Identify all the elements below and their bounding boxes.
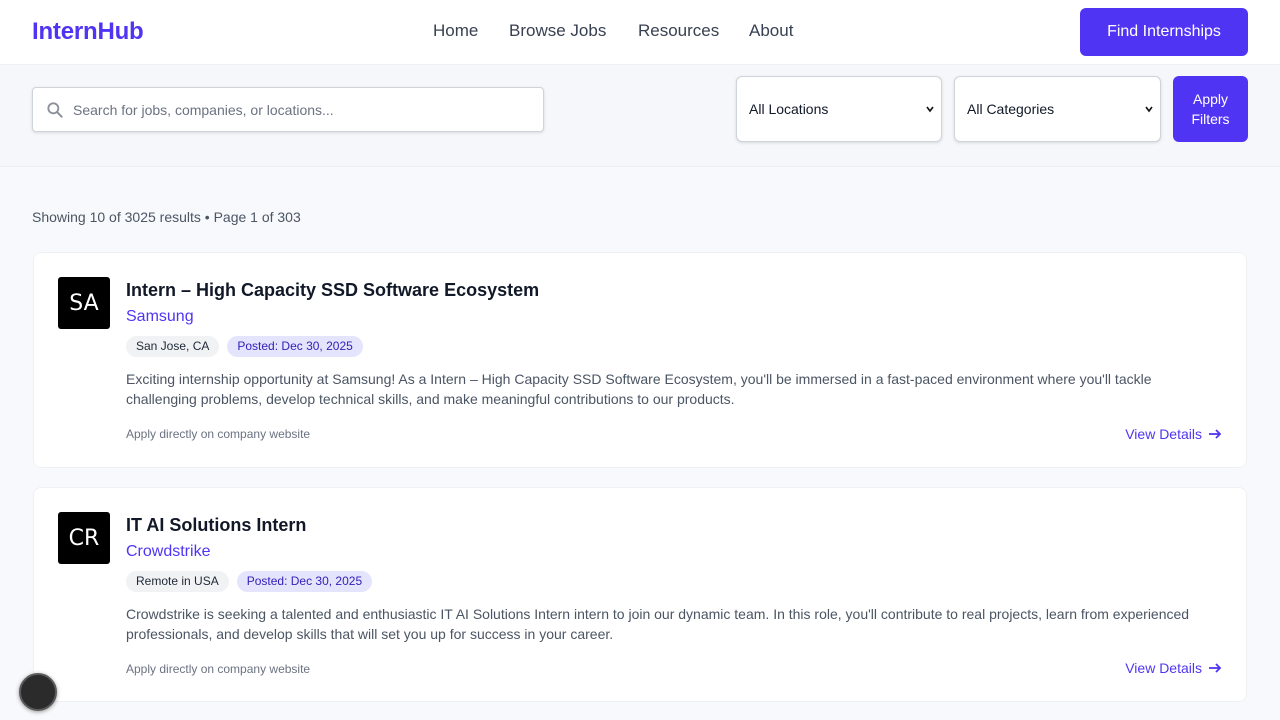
job-title[interactable]: Intern – High Capacity SSD Software Ecos… xyxy=(126,280,539,301)
location-tag: San Jose, CA xyxy=(126,336,220,357)
top-navigation-bar: InternHub Home Browse Jobs Resources Abo… xyxy=(0,0,1280,65)
company-logo: CR xyxy=(58,512,110,564)
category-select-value: All Categories xyxy=(967,101,1055,117)
chevron-down-icon xyxy=(1145,106,1153,113)
category-select[interactable]: All Categories xyxy=(954,76,1161,142)
location-select[interactable]: All Locations xyxy=(736,76,942,142)
view-details-label: View Details xyxy=(1125,660,1202,676)
results-summary: Showing 10 of 3025 results • Page 1 of 3… xyxy=(32,209,301,225)
arrow-right-icon xyxy=(1209,429,1222,439)
nav-link-browse-jobs[interactable]: Browse Jobs xyxy=(509,21,606,41)
nav-link-about[interactable]: About xyxy=(749,21,793,41)
view-details-label: View Details xyxy=(1125,426,1202,442)
search-box[interactable] xyxy=(32,87,544,132)
chevron-down-icon xyxy=(926,106,934,113)
company-name[interactable]: Crowdstrike xyxy=(126,543,210,561)
job-card[interactable]: SA Intern – High Capacity SSD Software E… xyxy=(33,252,1247,468)
floating-action-button[interactable] xyxy=(19,673,57,711)
job-tags: Remote in USA Posted: Dec 30, 2025 xyxy=(126,571,373,592)
search-input[interactable] xyxy=(73,88,533,131)
job-description: Exciting internship opportunity at Samsu… xyxy=(126,371,1152,407)
view-details-link[interactable]: View Details xyxy=(1125,426,1222,442)
find-internships-button[interactable]: Find Internships xyxy=(1080,8,1248,56)
posted-date-tag: Posted: Dec 30, 2025 xyxy=(236,571,373,592)
job-card[interactable]: CR IT AI Solutions Intern Crowdstrike Re… xyxy=(33,487,1247,702)
location-tag: Remote in USA xyxy=(126,571,229,592)
job-tags: San Jose, CA Posted: Dec 30, 2025 xyxy=(126,336,363,357)
job-title[interactable]: IT AI Solutions Intern xyxy=(126,515,306,536)
search-icon xyxy=(47,102,63,118)
view-details-link[interactable]: View Details xyxy=(1125,660,1222,676)
location-select-value: All Locations xyxy=(749,101,829,117)
apply-filters-label: Apply Filters xyxy=(1191,91,1230,127)
nav-link-resources[interactable]: Resources xyxy=(638,21,719,41)
arrow-right-icon xyxy=(1209,663,1222,673)
posted-date-tag: Posted: Dec 30, 2025 xyxy=(227,336,363,357)
filter-bar: All Locations All Categories Apply Filte… xyxy=(0,65,1280,167)
apply-filters-button[interactable]: Apply Filters xyxy=(1173,76,1248,142)
job-description: Crowdstrike is seeking a talented and en… xyxy=(126,606,1190,642)
apply-note: Apply directly on company website xyxy=(126,427,311,441)
apply-note: Apply directly on company website xyxy=(126,662,311,676)
nav-link-home[interactable]: Home xyxy=(433,21,478,41)
company-name[interactable]: Samsung xyxy=(126,308,194,326)
company-logo: SA xyxy=(58,277,110,329)
